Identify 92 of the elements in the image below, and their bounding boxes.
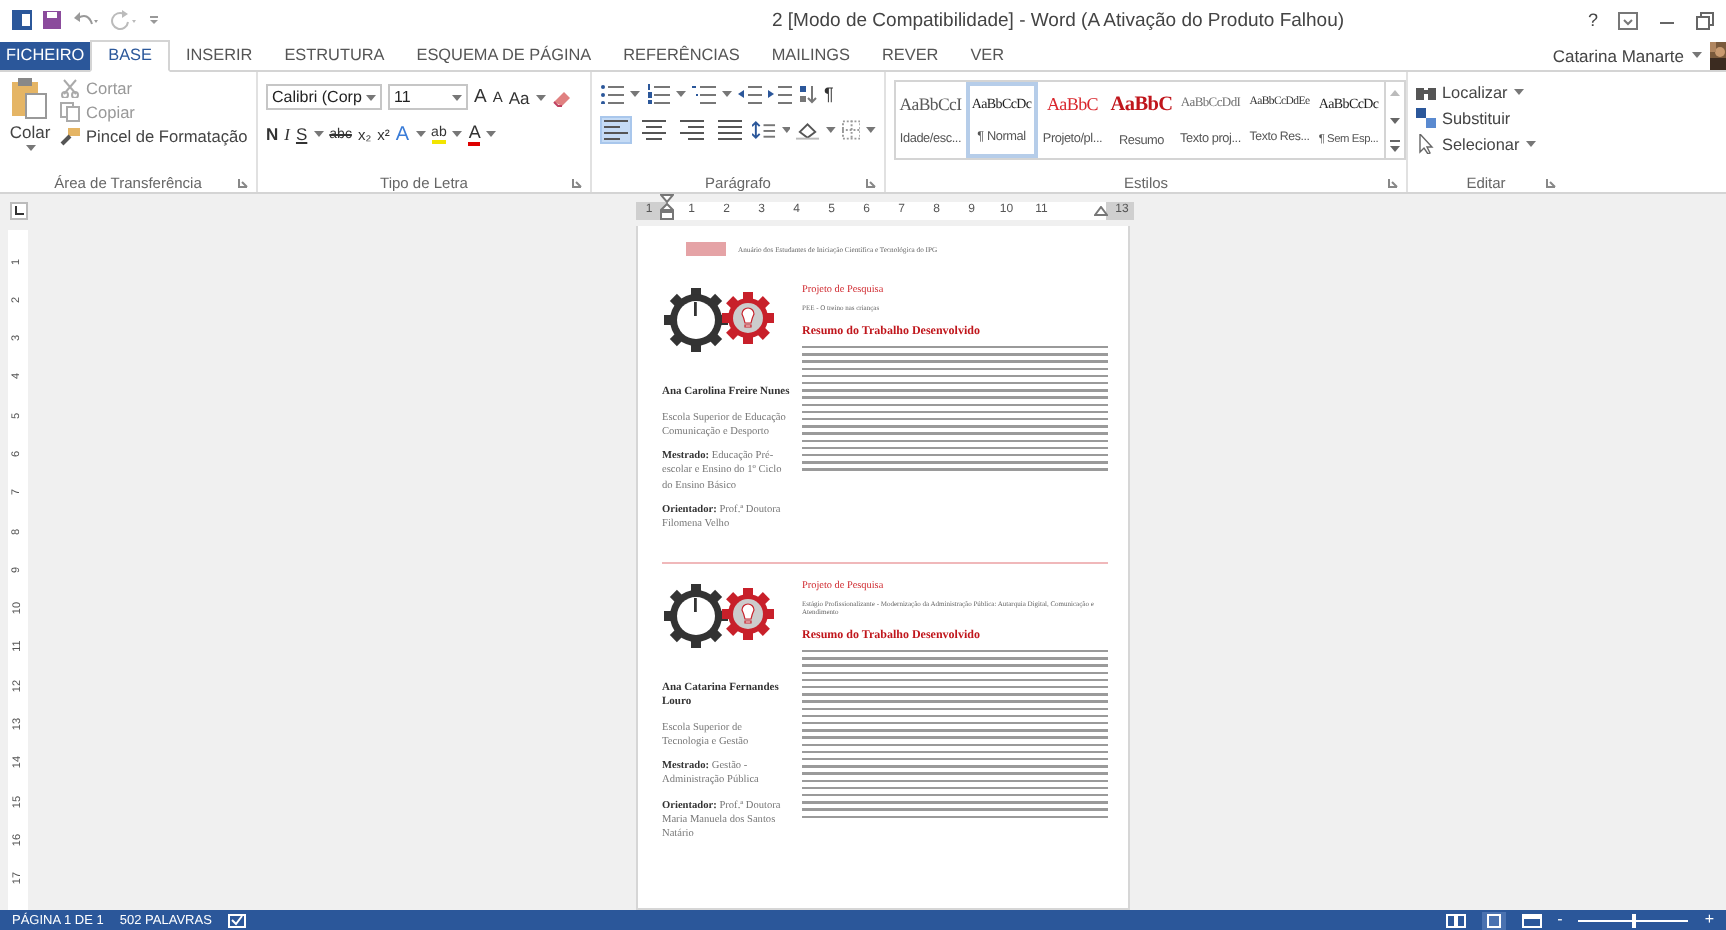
bold-button[interactable]: N — [266, 124, 279, 144]
show-marks-button[interactable]: ¶ — [824, 84, 834, 104]
caret-icon[interactable] — [366, 93, 376, 101]
ribbon-tab[interactable]: MAILINGS — [755, 42, 866, 70]
caret-icon[interactable] — [486, 130, 497, 138]
clipboard-format-painter-button[interactable]: Pincel de Formatação — [60, 126, 248, 146]
replace-icon — [1416, 108, 1436, 128]
save-icon[interactable] — [42, 10, 62, 30]
restore-icon[interactable] — [1696, 11, 1714, 29]
ribbon-tab[interactable]: REVER — [865, 42, 955, 70]
caret-icon[interactable] — [25, 144, 35, 152]
eraser-icon[interactable] — [551, 87, 572, 107]
align-left-icon — [602, 118, 630, 142]
align-justify-button[interactable] — [714, 116, 746, 144]
proofing-icon[interactable] — [227, 913, 246, 927]
select-button[interactable]: Selecionar — [1416, 134, 1556, 154]
print-layout-icon[interactable] — [1481, 911, 1506, 929]
align-center-icon — [640, 118, 668, 142]
numbering-icon[interactable] — [646, 84, 670, 104]
caret-icon[interactable] — [535, 93, 546, 101]
tab-selector-icon[interactable] — [10, 201, 28, 219]
grow-font-button[interactable]: A — [474, 86, 487, 108]
italic-button[interactable]: I — [284, 124, 290, 144]
paste-button[interactable]: Colar — [8, 76, 52, 172]
decrease-indent-icon[interactable] — [738, 84, 762, 104]
font-size-field[interactable]: 11 — [388, 84, 468, 110]
ribbon-tab[interactable]: ESTRUTURA — [268, 42, 401, 70]
zoom-out-button[interactable]: - — [1557, 912, 1563, 928]
caret-icon[interactable] — [630, 90, 640, 98]
user-name[interactable]: Catarina Manarte — [1552, 46, 1684, 66]
scroll-down-icon[interactable] — [1387, 112, 1401, 128]
read-mode-icon[interactable] — [1445, 913, 1466, 927]
caret-icon[interactable] — [866, 126, 877, 134]
caret-icon[interactable] — [1513, 88, 1524, 96]
font-name-field[interactable]: Calibri (Corp — [266, 84, 382, 110]
ribbon-tab[interactable]: INSERIR — [169, 42, 269, 70]
header-band — [686, 242, 726, 256]
indent-marker-icon[interactable] — [660, 194, 674, 220]
caret-icon[interactable] — [781, 126, 791, 134]
bullets-icon[interactable] — [600, 84, 624, 104]
dialog-launcher-icon[interactable] — [238, 178, 248, 188]
cursor-icon — [1416, 134, 1436, 154]
caret-icon[interactable] — [313, 130, 324, 138]
increase-indent-icon[interactable] — [768, 84, 792, 104]
ribbon-tab[interactable]: ESQUEMA DE PÁGINA — [400, 42, 608, 70]
align-justify-icon — [716, 118, 744, 142]
caret-icon[interactable] — [1692, 52, 1702, 60]
find-button[interactable]: Localizar — [1416, 82, 1556, 102]
more-styles-icon[interactable] — [1387, 138, 1401, 154]
web-layout-icon[interactable] — [1521, 913, 1542, 927]
ribbon-display-icon[interactable] — [1618, 11, 1638, 29]
caret-icon[interactable] — [415, 130, 426, 138]
align-right-icon — [678, 118, 706, 142]
scissors-icon — [60, 78, 80, 98]
help-button[interactable]: ? — [1587, 10, 1598, 30]
caret-icon[interactable] — [1525, 140, 1536, 148]
file-tab[interactable]: FICHEIRO — [0, 42, 91, 70]
align-left-button[interactable] — [600, 116, 632, 144]
font-color-button[interactable]: A — [468, 122, 481, 146]
ribbon-tab[interactable]: VER — [954, 42, 1021, 70]
caret-icon[interactable] — [825, 126, 836, 134]
text-effects-button[interactable]: A — [395, 123, 410, 145]
caret-icon[interactable] — [676, 90, 686, 98]
word-icon[interactable] — [12, 10, 32, 30]
dialog-launcher-icon[interactable] — [1388, 178, 1398, 188]
align-right-button[interactable] — [676, 116, 708, 144]
multilevel-list-icon[interactable] — [692, 84, 716, 104]
dialog-launcher-icon[interactable] — [866, 178, 876, 188]
shading-icon[interactable] — [796, 120, 820, 140]
change-case-button[interactable]: Aa — [508, 87, 530, 107]
undo-icon[interactable] — [72, 10, 100, 30]
copy-icon — [60, 102, 80, 122]
align-center-button[interactable] — [638, 116, 670, 144]
zoom-in-button[interactable]: + — [1704, 912, 1714, 928]
replace-button[interactable]: Substituir — [1416, 108, 1556, 128]
binoculars-icon — [1416, 82, 1436, 102]
customize-icon[interactable] — [148, 10, 160, 30]
dialog-launcher-icon[interactable] — [572, 178, 582, 188]
dialog-launcher-icon[interactable] — [1546, 178, 1556, 188]
brush-icon — [60, 126, 80, 146]
ribbon-tab[interactable]: REFERÊNCIAS — [607, 42, 756, 70]
borders-icon[interactable] — [841, 120, 861, 140]
ribbon-tab[interactable]: BASE — [90, 40, 170, 72]
sort-icon[interactable] — [798, 84, 818, 104]
underline-button[interactable]: S — [295, 124, 308, 144]
right-indent-marker-icon[interactable] — [1094, 206, 1108, 216]
line-spacing-icon[interactable] — [752, 120, 776, 140]
caret-icon[interactable] — [452, 130, 463, 138]
caret-icon[interactable] — [722, 90, 732, 98]
zoom-slider-thumb[interactable] — [1631, 913, 1636, 927]
window-title: 2 [Modo de Compatibilidade] - Word (A Ativação do Produto Falhou) — [772, 9, 1347, 31]
caret-icon[interactable] — [452, 93, 462, 101]
